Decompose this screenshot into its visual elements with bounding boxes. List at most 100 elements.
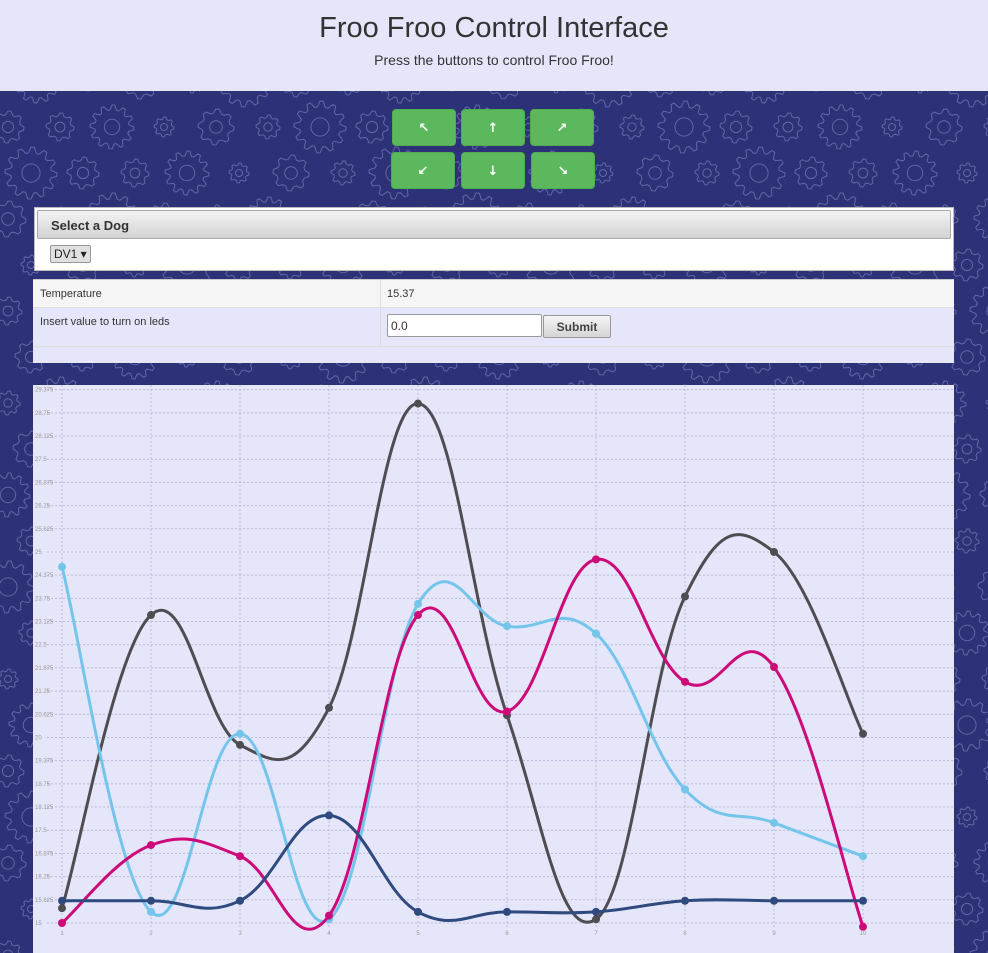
gear-hole xyxy=(129,167,141,179)
x-tick-label: 3 xyxy=(238,931,242,937)
gear-icon xyxy=(744,91,785,104)
gear-icon xyxy=(969,286,988,335)
data-point[interactable] xyxy=(414,907,422,916)
gear-icon xyxy=(0,200,27,238)
data-point[interactable] xyxy=(147,841,155,850)
data-point[interactable] xyxy=(325,703,333,712)
y-tick-label: 26.25 xyxy=(35,504,51,510)
data-point[interactable] xyxy=(859,729,867,738)
gear-icon xyxy=(220,91,269,108)
gear-icon xyxy=(881,116,903,138)
data-point[interactable] xyxy=(681,677,689,686)
data-point[interactable] xyxy=(147,611,155,620)
data-point[interactable] xyxy=(681,592,689,601)
up-right-button[interactable]: ↗ xyxy=(530,109,594,146)
gear-icon xyxy=(592,162,614,184)
data-point[interactable] xyxy=(503,622,511,631)
up-left-button[interactable]: ↖ xyxy=(392,109,456,146)
down-right-button[interactable]: ↘ xyxy=(531,152,595,189)
dog-select-panel: Select a Dog DV1 ▾ xyxy=(34,207,954,271)
data-point[interactable] xyxy=(681,785,689,794)
gear-icon xyxy=(0,110,25,144)
data-point[interactable] xyxy=(770,662,778,671)
y-tick-label: 17.5 xyxy=(35,828,47,834)
dog-select-dropdown[interactable]: DV1 ▾ xyxy=(50,245,91,263)
submit-button[interactable]: Submit xyxy=(543,315,611,338)
gear-hole xyxy=(831,118,849,136)
gear-icon xyxy=(66,156,100,190)
data-point[interactable] xyxy=(592,629,600,638)
gear-icon xyxy=(338,91,360,96)
gear-hole xyxy=(103,118,121,136)
data-point[interactable] xyxy=(592,555,600,564)
gear-hole xyxy=(4,675,12,683)
dog-panel-header[interactable]: Select a Dog xyxy=(37,210,951,239)
gear-icon xyxy=(125,91,155,100)
data-point[interactable] xyxy=(681,896,689,905)
table-row-temperature: Temperature 15.37 xyxy=(33,280,954,308)
gear-hole xyxy=(178,164,196,182)
gear-icon xyxy=(948,338,986,376)
data-point[interactable] xyxy=(58,896,66,905)
data-point[interactable] xyxy=(503,707,511,716)
data-point[interactable] xyxy=(58,919,66,927)
data-point[interactable] xyxy=(770,896,778,905)
data-point[interactable] xyxy=(503,907,511,916)
temperature-value: 15.37 xyxy=(387,288,415,300)
data-point[interactable] xyxy=(236,852,244,861)
gear-icon xyxy=(950,248,984,282)
gear-icon xyxy=(153,116,175,138)
data-point[interactable] xyxy=(58,904,66,913)
gear-hole xyxy=(960,258,974,272)
gear-icon xyxy=(189,91,201,94)
gear-hole xyxy=(857,167,869,179)
data-point[interactable] xyxy=(859,922,867,931)
data-point[interactable] xyxy=(859,896,867,905)
gear-hole xyxy=(21,163,41,183)
data-point[interactable] xyxy=(325,811,333,820)
data-point[interactable] xyxy=(770,818,778,827)
gear-icon xyxy=(853,91,883,100)
led-value-input[interactable] xyxy=(387,314,542,337)
data-point[interactable] xyxy=(325,911,333,920)
data-point[interactable] xyxy=(147,907,155,916)
y-tick-label: 20 xyxy=(35,735,42,741)
gear-icon xyxy=(969,930,988,953)
down-left-button[interactable]: ↙ xyxy=(391,152,455,189)
gear-icon xyxy=(0,472,31,518)
down-button[interactable]: ↓ xyxy=(461,152,525,189)
y-tick-label: 18.125 xyxy=(35,805,54,811)
y-tick-label: 23.125 xyxy=(35,620,54,626)
page-subtitle: Press the buttons to control Froo Froo! xyxy=(374,52,614,68)
data-point[interactable] xyxy=(414,399,422,408)
gear-icon xyxy=(694,160,720,186)
gear-icon xyxy=(164,150,210,196)
data-point[interactable] xyxy=(414,599,422,608)
dog-panel-title: Select a Dog xyxy=(51,218,130,233)
data-point[interactable] xyxy=(236,740,244,749)
data-point[interactable] xyxy=(58,562,66,571)
data-point[interactable] xyxy=(414,611,422,620)
data-point[interactable] xyxy=(859,852,867,861)
gear-icon xyxy=(0,668,19,690)
gear-icon xyxy=(489,91,519,100)
y-tick-label: 22.5 xyxy=(35,643,47,649)
gear-icon xyxy=(584,91,633,108)
data-point[interactable] xyxy=(770,547,778,556)
cell-divider xyxy=(380,308,381,346)
up-button[interactable]: ↑ xyxy=(461,109,525,146)
info-table: Temperature 15.37 Insert value to turn o… xyxy=(33,279,954,363)
gear-hole xyxy=(599,169,607,177)
gear-icon xyxy=(45,112,75,142)
cell-divider xyxy=(380,280,381,307)
data-point[interactable] xyxy=(147,896,155,905)
x-tick-label: 8 xyxy=(683,931,687,937)
data-point[interactable] xyxy=(592,907,600,916)
gear-icon xyxy=(0,390,21,416)
data-point[interactable] xyxy=(236,729,244,738)
y-tick-label: 25.625 xyxy=(35,527,54,533)
gear-hole xyxy=(749,163,769,183)
data-point[interactable] xyxy=(592,915,600,924)
x-tick-label: 9 xyxy=(772,931,776,937)
data-point[interactable] xyxy=(236,896,244,905)
